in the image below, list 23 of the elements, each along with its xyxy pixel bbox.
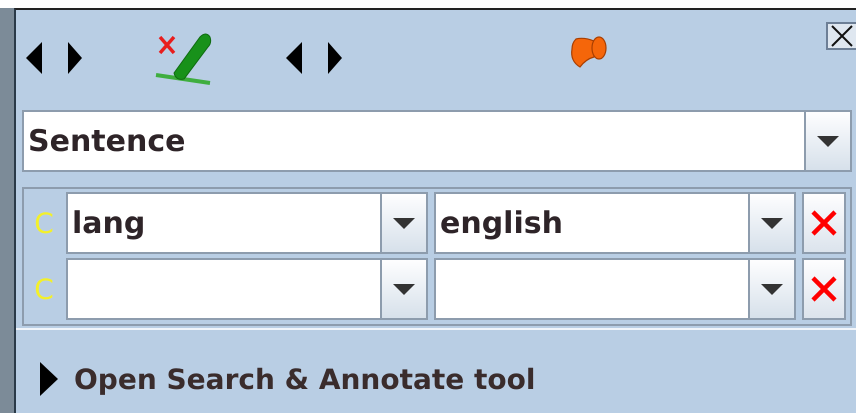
dropdown-button[interactable] <box>804 110 852 172</box>
caret-icon <box>761 284 783 294</box>
expander-toggle[interactable]: Open Search & Annotate tool <box>40 362 536 396</box>
delete-icon <box>810 275 838 303</box>
delete-icon <box>810 209 838 237</box>
caret-icon <box>761 218 783 228</box>
right-arrow-icon[interactable] <box>68 42 82 74</box>
left-arrow-icon[interactable] <box>286 42 304 74</box>
close-button[interactable] <box>826 22 856 50</box>
constraint-marker: C <box>33 272 55 306</box>
triangle-icon <box>40 362 58 396</box>
dropdown-button[interactable] <box>380 258 428 320</box>
delete-button[interactable] <box>802 258 846 320</box>
caret-icon <box>393 284 415 294</box>
caret-icon <box>393 218 415 228</box>
delete-button[interactable] <box>802 192 846 254</box>
left-arrow-icon[interactable] <box>26 42 44 74</box>
constraint-marker: C <box>33 206 55 240</box>
dropdown-button[interactable] <box>380 192 428 254</box>
dropdown-button[interactable] <box>748 258 796 320</box>
dropdown-button[interactable] <box>748 192 796 254</box>
caret-icon <box>817 136 839 146</box>
right-arrow-icon[interactable] <box>328 42 342 74</box>
